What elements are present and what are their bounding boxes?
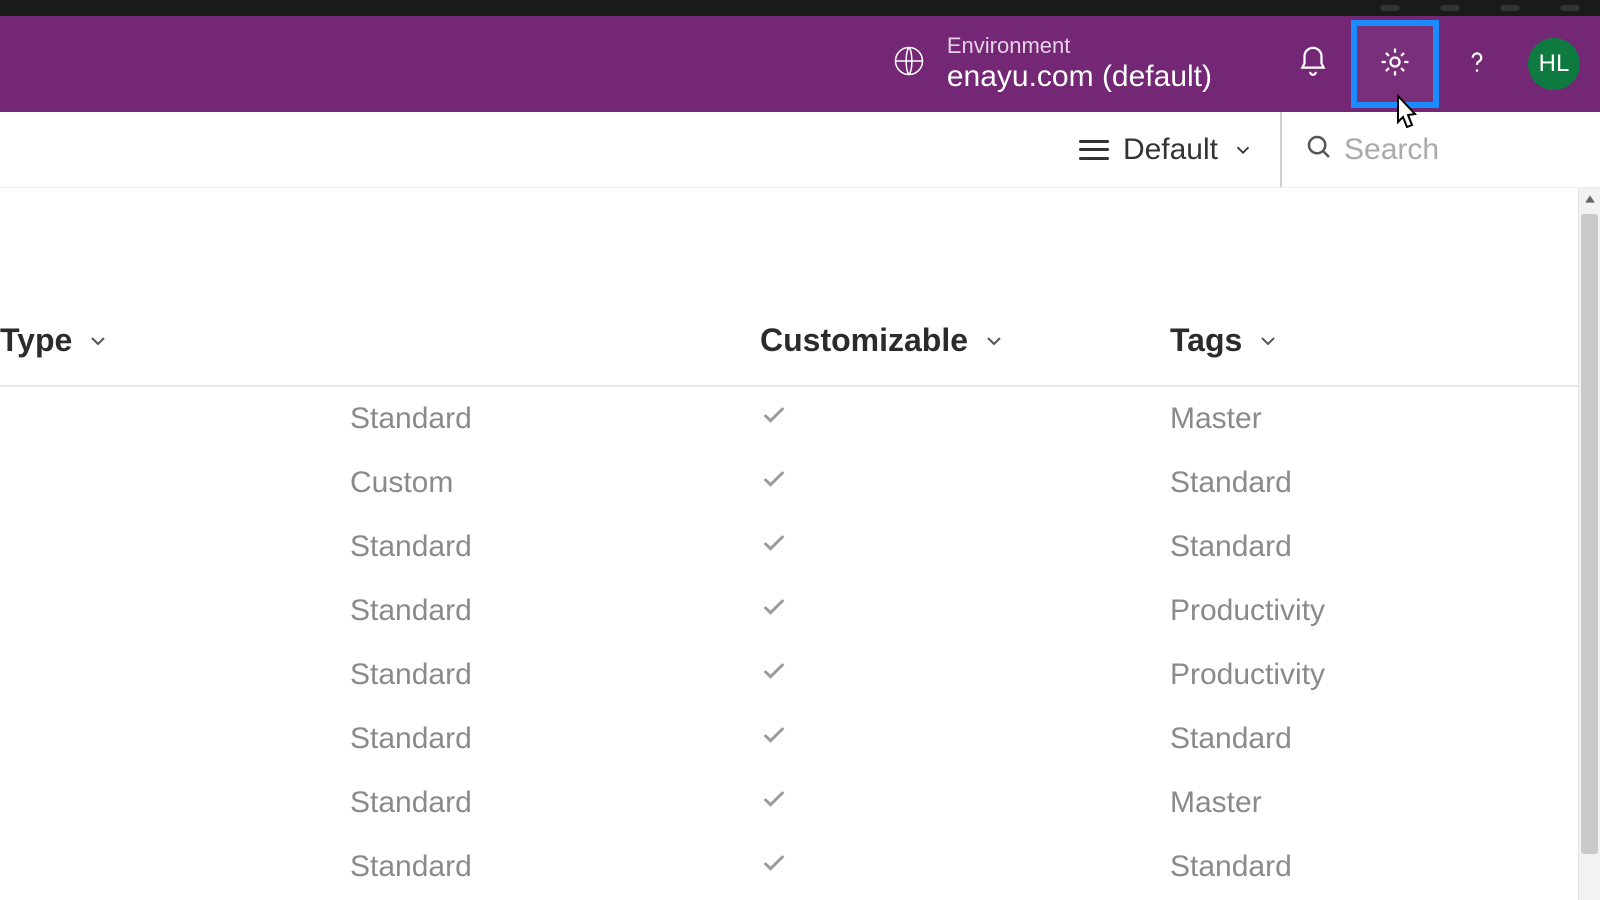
column-header-type[interactable]: Type [0, 322, 110, 359]
globe-icon [891, 43, 927, 84]
check-icon [760, 531, 788, 564]
cell-tags: Productivity [1170, 643, 1600, 707]
cell-customizable [760, 515, 1170, 579]
scrollbar[interactable] [1578, 188, 1600, 900]
cell-type: Standard [0, 707, 760, 771]
bell-icon [1296, 45, 1330, 84]
search-input[interactable] [1344, 133, 1564, 167]
help-button[interactable] [1436, 23, 1518, 105]
check-icon [760, 723, 788, 756]
table-row[interactable]: Standard Standard [0, 515, 1600, 579]
avatar[interactable]: HL [1528, 38, 1580, 90]
cell-type: Standard [0, 771, 760, 835]
environment-label: Environment [947, 33, 1212, 59]
scroll-up-arrow[interactable] [1579, 188, 1600, 210]
cell-type: Standard [0, 835, 760, 899]
cell-customizable [760, 771, 1170, 835]
cell-tags: Productivity [1170, 579, 1600, 643]
chrome-decoration [1500, 5, 1520, 11]
cell-type: Standard [0, 386, 760, 451]
check-icon [760, 659, 788, 692]
chevron-down-icon [1232, 139, 1254, 161]
cell-tags: Standard [1170, 835, 1600, 899]
cell-customizable [760, 835, 1170, 899]
cell-type: Standard [0, 579, 760, 643]
settings-button[interactable] [1354, 23, 1436, 105]
chevron-down-icon [982, 329, 1006, 353]
table-row[interactable]: Standard Productivity [0, 643, 1600, 707]
cell-customizable [760, 579, 1170, 643]
view-switcher[interactable]: Default [1053, 112, 1280, 187]
table-region: Type Customizable Tags [0, 188, 1600, 900]
cell-type: Custom [0, 451, 760, 515]
search-icon [1304, 132, 1334, 167]
table-row[interactable]: Standard Productivity [0, 579, 1600, 643]
avatar-initials: HL [1539, 50, 1570, 78]
column-header-customizable[interactable]: Customizable [760, 322, 1006, 359]
chevron-down-icon [86, 329, 110, 353]
cell-tags: Master [1170, 771, 1600, 835]
help-icon [1460, 45, 1494, 84]
check-icon [760, 403, 788, 436]
cell-customizable [760, 643, 1170, 707]
cell-tags: Standard [1170, 707, 1600, 771]
column-label: Type [0, 322, 72, 359]
column-header-tags[interactable]: Tags [1170, 322, 1280, 359]
chrome-decoration [1560, 5, 1580, 11]
check-icon [760, 787, 788, 820]
chrome-decoration [1380, 5, 1400, 11]
cell-customizable [760, 386, 1170, 451]
gear-icon [1378, 45, 1412, 84]
data-table: Type Customizable Tags [0, 308, 1600, 899]
environment-name: enayu.com (default) [947, 59, 1212, 95]
list-icon [1079, 140, 1109, 160]
check-icon [760, 467, 788, 500]
check-icon [760, 595, 788, 628]
browser-chrome [0, 0, 1600, 16]
cell-type: Standard [0, 643, 760, 707]
table-row[interactable]: Standard Standard [0, 835, 1600, 899]
table-row[interactable]: Custom Standard [0, 451, 1600, 515]
table-row[interactable]: Standard Master [0, 386, 1600, 451]
app-header: Environment enayu.com (default) HL [0, 16, 1600, 112]
cell-tags: Master [1170, 386, 1600, 451]
view-label: Default [1123, 133, 1218, 167]
column-label: Tags [1170, 322, 1242, 359]
chevron-down-icon [1256, 329, 1280, 353]
cell-customizable [760, 707, 1170, 771]
cell-tags: Standard [1170, 451, 1600, 515]
environment-picker[interactable]: Environment enayu.com (default) [891, 33, 1212, 95]
table-row[interactable]: Standard Master [0, 771, 1600, 835]
scroll-thumb[interactable] [1581, 214, 1598, 854]
cell-type: Standard [0, 515, 760, 579]
cell-tags: Standard [1170, 515, 1600, 579]
search-box[interactable] [1280, 112, 1600, 187]
cell-customizable [760, 451, 1170, 515]
table-row[interactable]: Standard Standard [0, 707, 1600, 771]
notifications-button[interactable] [1272, 23, 1354, 105]
check-icon [760, 851, 788, 884]
column-label: Customizable [760, 322, 968, 359]
toolbar: Default [0, 112, 1600, 188]
chrome-decoration [1440, 5, 1460, 11]
